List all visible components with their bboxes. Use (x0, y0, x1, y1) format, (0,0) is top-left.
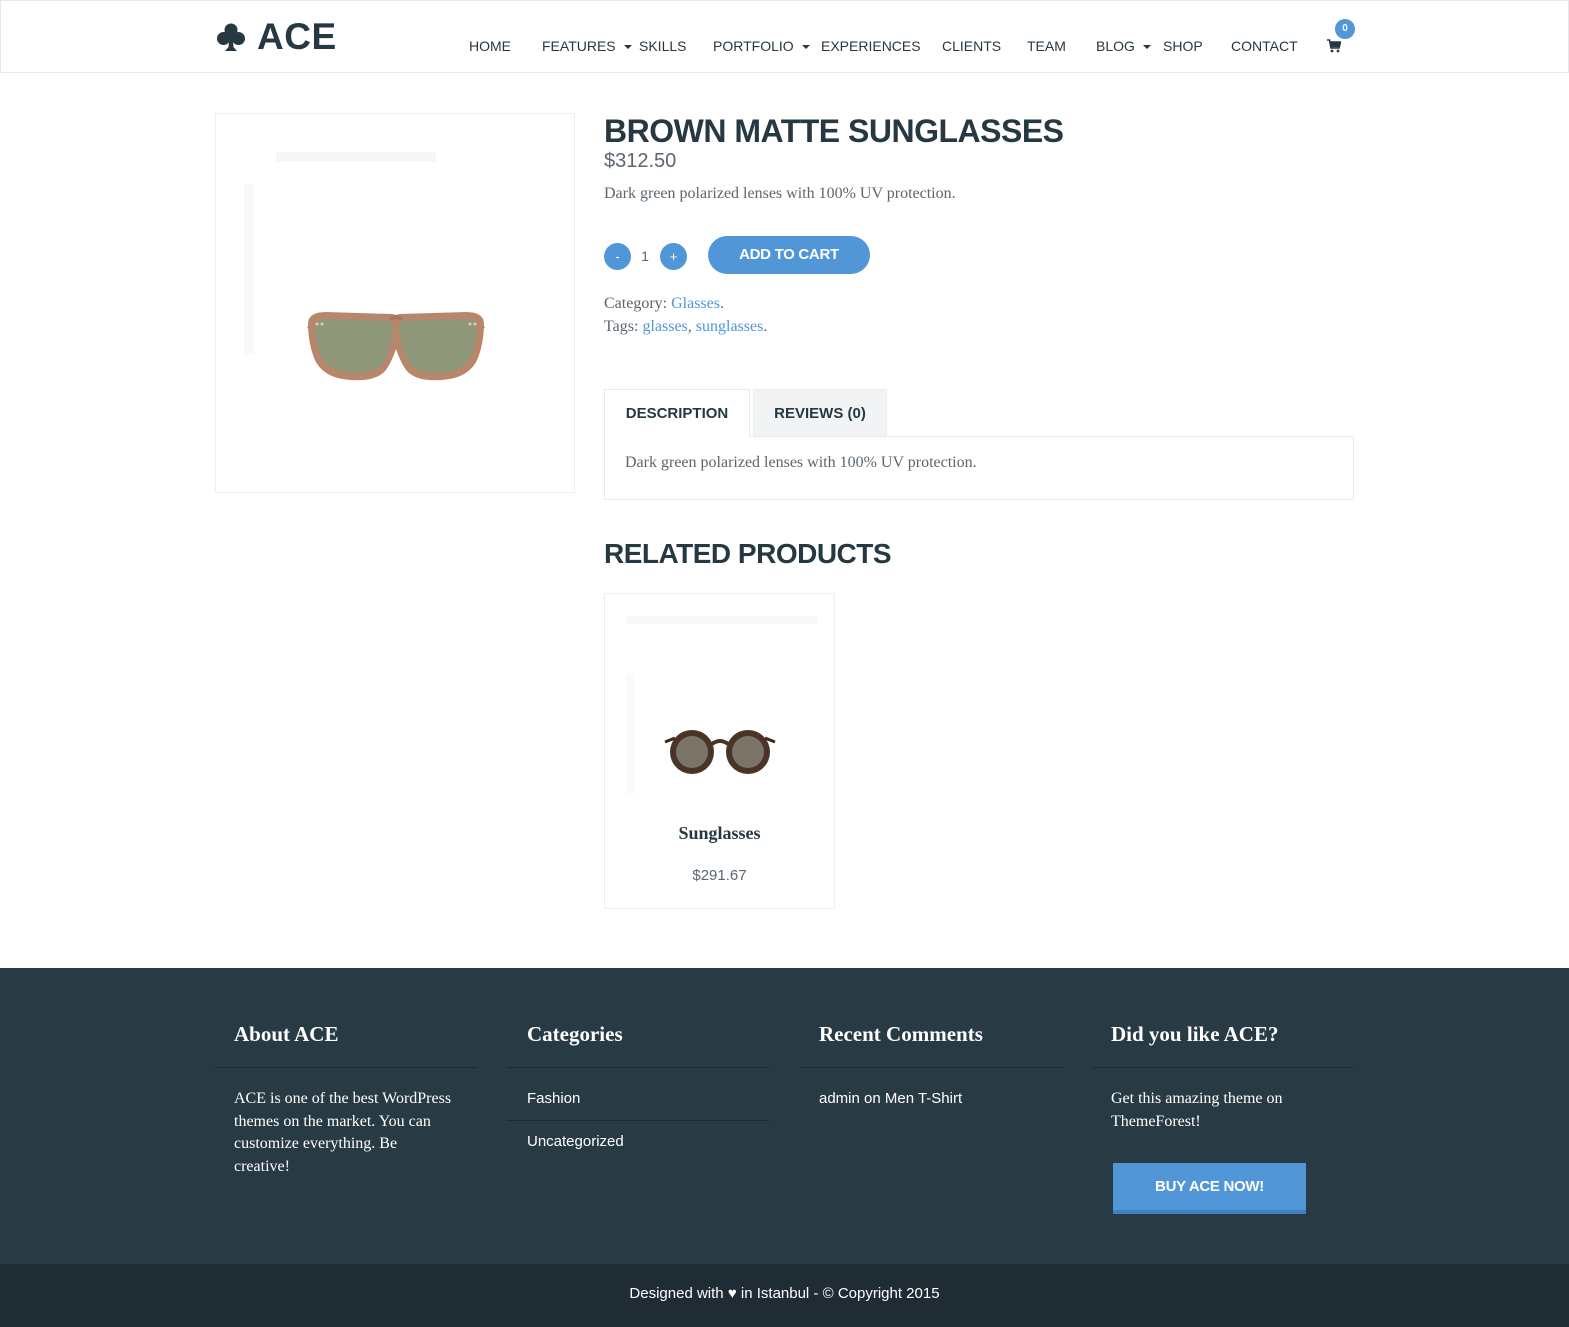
add-to-cart-button[interactable]: ADD TO CART (708, 236, 870, 274)
tags-label: Tags: (604, 318, 639, 335)
nav-item-shop[interactable]: SHOP (1163, 38, 1203, 54)
nav-item-features[interactable]: FEATURES (542, 38, 632, 54)
site-logo[interactable]: ACE (215, 15, 337, 59)
nav-item-experiences[interactable]: EXPERIENCES (821, 38, 921, 54)
chevron-down-icon (801, 44, 810, 49)
nav-label: TEAM (1027, 38, 1066, 54)
chevron-down-icon (623, 44, 632, 49)
nav-item-blog[interactable]: BLOG (1096, 38, 1151, 54)
footer-promo-text: Get this amazing theme on ThemeForest! (1111, 1090, 1283, 1130)
quantity-decrease-button[interactable]: - (604, 243, 631, 270)
related-products-heading: RELATED PRODUCTS (604, 538, 892, 569)
footer-about-text: ACE is one of the best WordPress themes … (234, 1090, 452, 1175)
brown-sunglasses-image (244, 152, 485, 381)
nav-label: FEATURES (542, 38, 616, 54)
nav-item-team[interactable]: TEAM (1027, 38, 1066, 54)
cart-count-badge: 0 (1335, 19, 1355, 39)
club-suit-icon (217, 23, 245, 51)
shopping-cart-icon[interactable] (1327, 39, 1341, 53)
nav-label: SHOP (1163, 38, 1203, 54)
footer-about-title: About ACE (234, 1022, 339, 1046)
description-text: Dark green polarized lenses with 100% UV… (625, 454, 977, 471)
nav-label: CONTACT (1231, 38, 1298, 54)
divider (1092, 1067, 1354, 1068)
nav-item-home[interactable]: HOME (469, 38, 511, 54)
footer-category-link[interactable]: Uncategorized (527, 1133, 624, 1150)
nav-label: SKILLS (639, 38, 687, 54)
copyright-prefix: Designed with (629, 1285, 724, 1302)
buy-ace-button[interactable]: BUY ACE NOW! (1113, 1163, 1306, 1214)
nav-item-clients[interactable]: CLIENTS (942, 38, 1001, 54)
nav-item-skills[interactable]: SKILLS (639, 38, 686, 54)
divider (507, 1067, 769, 1068)
punctuation: , (687, 318, 696, 335)
tab-panel-description: Dark green polarized lenses with 100% UV… (604, 436, 1354, 500)
nav-label: EXPERIENCES (821, 38, 921, 54)
category-label: Category: (604, 295, 668, 312)
nav-label: HOME (469, 38, 511, 54)
nav-label: CLIENTS (942, 38, 1002, 54)
tag-link[interactable]: glasses (642, 318, 687, 335)
tab-reviews[interactable]: REVIEWS (0) (753, 389, 887, 437)
nav-item-contact[interactable]: CONTACT (1231, 38, 1298, 54)
divider (215, 1067, 477, 1068)
tab-description[interactable]: DESCRIPTION (604, 389, 750, 437)
product-title: BROWN MATTE SUNGLASSES (604, 113, 1064, 149)
footer-recent-comments-title: Recent Comments (819, 1022, 983, 1046)
comment-connector: on (864, 1090, 881, 1107)
comment-post-link[interactable]: Men T-Shirt (885, 1090, 962, 1107)
brand-name: ACE (257, 16, 337, 57)
nav-label: BLOG (1096, 38, 1135, 54)
quantity-increase-button[interactable]: + (660, 243, 687, 270)
product-tags: Tags: glasses, sunglasses. (604, 318, 767, 336)
footer-categories-title: Categories (527, 1022, 623, 1046)
footer-promo-title: Did you like ACE? (1111, 1022, 1279, 1046)
quantity-input[interactable]: 1 (636, 248, 654, 264)
copyright-suffix: in Istanbul - © Copyright 2015 (740, 1285, 940, 1302)
punctuation: . (719, 295, 724, 312)
copyright-text: Designed with ♥ in Istanbul - © Copyrigh… (0, 1285, 1569, 1302)
site-header: ACE HOME FEATURES SKILLS PORTFOLIO EXPER… (0, 0, 1569, 73)
punctuation: . (763, 318, 768, 335)
round-sunglasses-image (627, 616, 817, 794)
recent-comment: admin on Men T-Shirt (819, 1090, 962, 1107)
product-short-description: Dark green polarized lenses with 100% UV… (604, 185, 956, 202)
related-product-card[interactable]: Sunglasses $291.67 (604, 593, 835, 909)
heart-icon: ♥ (727, 1285, 737, 1302)
footer-category-link[interactable]: Fashion (527, 1090, 580, 1107)
chevron-down-icon (1142, 44, 1151, 49)
tag-link[interactable]: sunglasses (696, 318, 764, 335)
comment-author-link[interactable]: admin (819, 1090, 860, 1107)
related-product-price: $291.67 (692, 867, 747, 884)
nav-label: PORTFOLIO (713, 38, 794, 54)
product-image[interactable] (215, 113, 575, 493)
category-link[interactable]: Glasses (671, 295, 720, 312)
divider (800, 1067, 1062, 1068)
nav-item-portfolio[interactable]: PORTFOLIO (713, 38, 810, 54)
product-category: Category: Glasses. (604, 295, 724, 313)
product-price: $312.50 (604, 150, 677, 172)
divider (507, 1120, 769, 1121)
related-product-name[interactable]: Sunglasses (605, 823, 834, 844)
